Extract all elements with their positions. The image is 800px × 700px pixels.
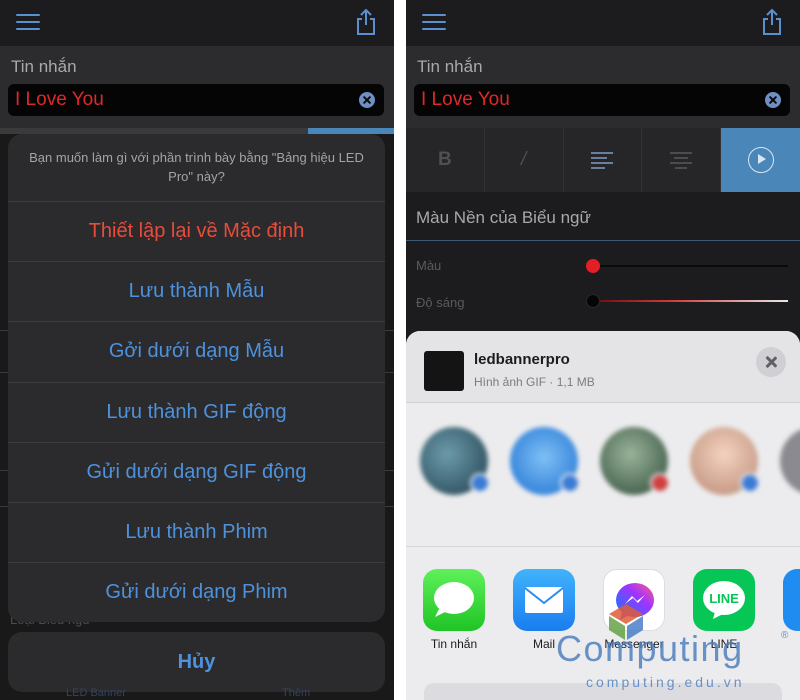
brightness-slider-thumb[interactable] — [586, 294, 600, 308]
message-section: Tin nhắn I Love You — [406, 46, 800, 128]
left-screen: Tin nhắn I Love You Loại Biểu ngữ Bạn mu… — [0, 0, 394, 700]
color-slider-thumb[interactable] — [586, 259, 600, 273]
message-field[interactable]: I Love You — [8, 84, 384, 116]
line-icon: LINE — [703, 581, 745, 619]
play-button[interactable] — [721, 128, 800, 192]
file-meta: Hình ảnh GIF · 1,1 MB — [474, 375, 595, 389]
clear-icon[interactable] — [765, 92, 781, 108]
align-center-button[interactable] — [642, 128, 722, 192]
save-template-button[interactable]: Lưu thành Mẫu — [8, 261, 385, 321]
clear-icon[interactable] — [359, 92, 375, 108]
bold-label: B — [438, 149, 452, 170]
send-movie-button[interactable]: Gửi dưới dạng Phim — [8, 562, 385, 622]
messages-app-label: Tin nhắn — [430, 637, 478, 651]
save-movie-button[interactable]: Lưu thành Phim — [8, 501, 385, 562]
contact-avatar-1[interactable] — [420, 427, 490, 495]
messages-icon — [434, 582, 474, 617]
align-left-icon — [591, 152, 614, 169]
bold-button[interactable]: B — [406, 128, 485, 192]
hamburger-menu-icon[interactable] — [16, 14, 40, 32]
cancel-button[interactable]: Hủy — [8, 632, 385, 692]
contact-avatar-4[interactable] — [690, 427, 760, 495]
message-section: Tin nhắn I Love You — [0, 46, 394, 128]
message-label: Tin nhắn — [11, 57, 77, 76]
watermark-brand: Computing — [556, 628, 744, 669]
watermark-url: computing.edu.vn — [586, 674, 745, 690]
top-bar — [0, 0, 394, 46]
message-field[interactable]: I Love You — [414, 84, 790, 116]
send-template-button[interactable]: Gởi dưới dạng Mẫu — [8, 321, 385, 381]
close-share-button[interactable] — [756, 347, 786, 377]
align-left-button[interactable] — [564, 128, 643, 192]
contact-avatar-3[interactable] — [600, 427, 670, 495]
italic-label: / — [521, 149, 527, 170]
tab-more[interactable]: Thêm — [282, 687, 310, 699]
contact-avatar-2[interactable] — [510, 427, 580, 495]
share-header: ledbannerpro Hình ảnh GIF · 1,1 MB — [406, 331, 800, 403]
more-app-button[interactable] — [783, 569, 800, 631]
align-center-icon — [670, 152, 693, 169]
message-label: Tin nhắn — [417, 57, 483, 76]
top-bar — [406, 0, 800, 46]
banner-background-heading: Màu Nền của Biểu ngữ — [416, 208, 591, 227]
send-gif-button[interactable]: Gửi dưới dạng GIF động — [8, 441, 385, 502]
tab-led-banner[interactable]: LED Banner — [66, 687, 126, 699]
italic-button[interactable]: / — [485, 128, 564, 192]
share-icon[interactable] — [354, 8, 378, 36]
share-icon[interactable] — [760, 8, 784, 36]
watermark-registered: ® — [781, 630, 789, 641]
reset-default-button[interactable]: Thiết lập lại về Mặc định — [8, 201, 385, 261]
format-toolbar: B / — [406, 128, 800, 192]
brightness-label: Độ sáng — [416, 295, 465, 310]
line-app-button[interactable]: LINE — [693, 569, 755, 631]
play-icon — [747, 147, 774, 173]
hamburger-menu-icon[interactable] — [422, 14, 446, 32]
action-sheet-title: Bạn muốn làm gì với phần trình bày bằng … — [29, 150, 364, 184]
mail-icon — [524, 587, 564, 613]
right-screen: Tin nhắn I Love You B / Màu Nền của Biểu… — [406, 0, 800, 700]
message-value: I Love You — [15, 89, 104, 110]
message-value: I Love You — [421, 89, 510, 110]
color-slider[interactable] — [594, 265, 788, 267]
contact-avatar-5[interactable] — [780, 427, 800, 495]
color-label: Màu — [416, 258, 442, 273]
messages-app-button[interactable] — [423, 569, 485, 631]
action-sheet: Bạn muốn làm gì với phần trình bày bằng … — [8, 134, 385, 622]
file-thumbnail — [424, 351, 464, 391]
line-icon-text: LINE — [709, 591, 739, 606]
file-name: ledbannerpro — [474, 351, 570, 368]
brightness-slider[interactable] — [594, 300, 788, 302]
save-gif-button[interactable]: Lưu thành GIF động — [8, 381, 385, 442]
mail-app-button[interactable] — [513, 569, 575, 631]
